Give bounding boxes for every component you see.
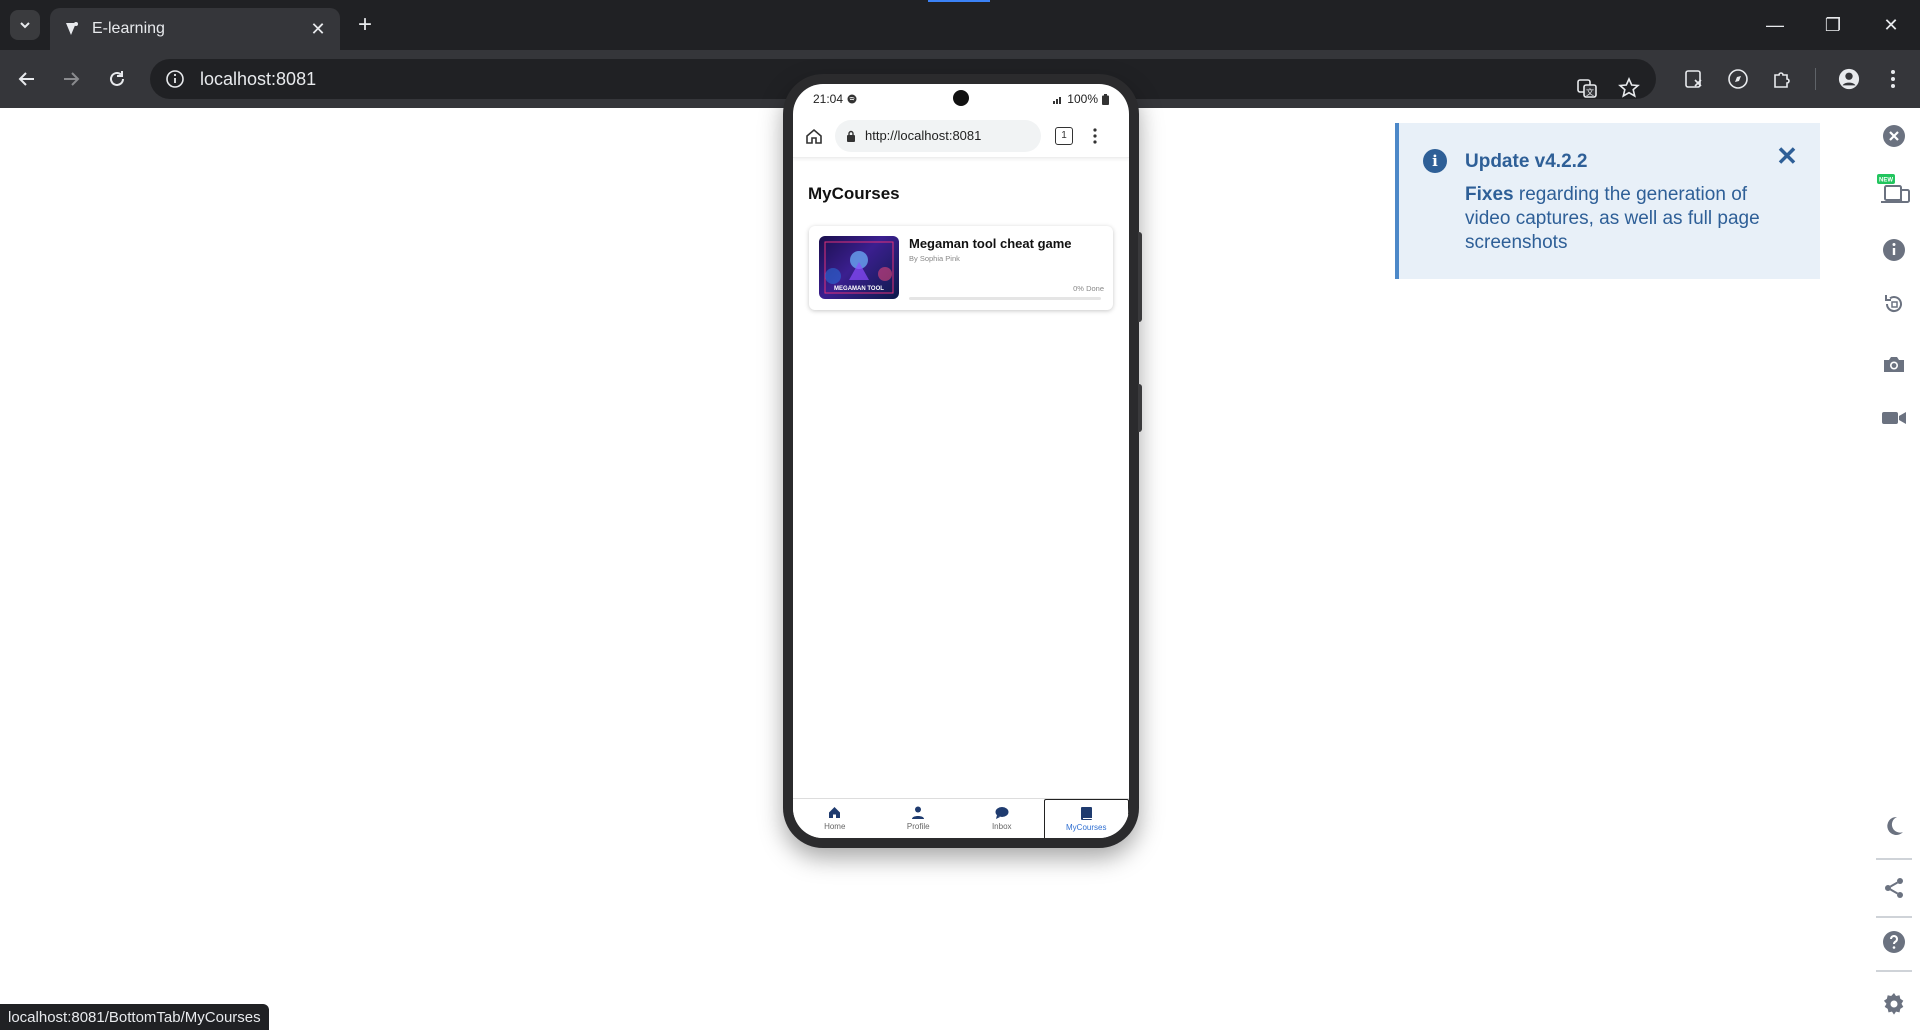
back-button[interactable] [12,64,42,94]
toolbar-extensions [1683,50,1920,108]
phone-status-bar: 21:04 100% [793,84,1129,114]
link-status-bubble: localhost:8081/BottomTab/MyCourses [0,1004,269,1030]
minimize-button[interactable]: — [1746,0,1804,50]
settings-gear-icon[interactable] [1880,990,1908,1018]
course-card[interactable]: MEGAMAN TOOL Megaman tool cheat game By … [809,226,1113,310]
address-text: localhost:8081 [200,68,317,89]
devices-new-icon[interactable]: NEW [1877,174,1911,204]
bottom-tab-home[interactable]: Home [793,799,877,838]
forward-button[interactable] [56,64,86,94]
bottom-tab-label: MyCourses [1066,822,1107,832]
battery-percent: 100% [1067,92,1098,106]
help-icon[interactable] [1880,928,1908,956]
extension-responsive-icon[interactable] [1683,68,1705,90]
phone-power-button [1138,232,1142,322]
expo-favicon-icon [66,22,78,35]
home-icon [829,807,841,818]
update-notification: i Update v4.2.2 Fixes regarding the gene… [1395,123,1820,279]
restore-button[interactable]: ❐ [1804,0,1862,50]
close-panel-icon[interactable] [1880,122,1908,150]
phone-frame: 21:04 100% http://localhost:8081 1 MyCou… [783,74,1139,848]
bottom-tab-label: Home [824,822,846,831]
camera-icon[interactable] [1880,350,1908,378]
bottom-tab-bar: Home Profile Inbox MyCourses [793,798,1129,838]
notice-close-button[interactable]: ✕ [1776,141,1798,171]
video-camera-icon[interactable] [1880,404,1908,432]
tab-close-icon[interactable]: ✕ [308,19,328,39]
status-right: 100% [1053,92,1109,106]
page-title: MyCourses [808,184,900,203]
top-indicator [928,0,990,2]
profile-avatar-icon[interactable] [1838,68,1860,90]
person-icon [912,806,925,819]
svg-text:文: 文 [1586,87,1594,97]
mobile-url-field[interactable]: http://localhost:8081 [835,119,1041,152]
course-title: Megaman tool cheat game [909,236,1072,251]
home-icon[interactable] [801,123,827,149]
info-circle-icon[interactable] [1880,236,1908,264]
rotate-icon[interactable] [1880,290,1908,318]
translate-icon[interactable]: 文 [1576,77,1598,99]
thumb-text: MEGAMAN TOOL [834,286,884,292]
notice-body-strong: Fixes [1465,184,1514,205]
bookmark-star-icon[interactable] [1618,77,1640,99]
arrow-right-icon [64,72,80,86]
chevron-down-icon [20,22,30,29]
mobile-browser-bar: http://localhost:8081 1 [793,114,1129,158]
toolbar-divider [1815,68,1816,90]
notice-title: Update v4.2.2 [1465,151,1588,172]
tab-count-icon[interactable]: 1 [1055,126,1073,145]
bottom-tab-mycourses[interactable]: MyCourses [1043,799,1129,838]
course-progress-bar [909,297,1101,300]
browser-menu-icon[interactable] [1882,68,1904,90]
window-controls: — ❐ ✕ [1746,0,1920,50]
mobile-menu-icon[interactable] [1087,126,1103,146]
reload-button[interactable] [102,64,132,94]
status-time: 21:04 [813,92,857,106]
notice-body: Fixes regarding the generation of video … [1465,183,1785,255]
chat-icon [995,807,1009,819]
close-window-button[interactable]: ✕ [1862,0,1920,50]
mobile-url-text: http://localhost:8081 [865,128,982,143]
reload-icon [110,71,124,86]
course-thumbnail: MEGAMAN TOOL [819,236,899,299]
sidebar-separator [1876,916,1912,918]
lock-icon [847,130,855,142]
tab-title: E-learning [92,20,165,37]
signal-icon [1053,96,1062,104]
browser-tab[interactable]: E-learning ✕ [50,8,340,50]
omnibox-actions: 文 [1576,68,1640,108]
course-progress-label: 0% Done [1073,284,1104,293]
browser-tabbar: E-learning ✕ + — ❐ ✕ [0,0,1920,50]
course-author: By Sophia Pink [909,254,960,263]
extensions-puzzle-icon[interactable] [1771,68,1793,90]
svg-text:NEW: NEW [1879,178,1893,184]
info-icon: i [1423,149,1447,173]
new-tab-button[interactable]: + [352,11,378,38]
front-camera [953,90,969,106]
book-icon [1080,806,1092,820]
battery-icon [1102,93,1109,105]
phone-volume-button [1138,384,1142,432]
site-info-icon[interactable] [164,68,186,90]
bottom-tab-inbox[interactable]: Inbox [960,799,1044,838]
dark-mode-moon-icon[interactable] [1880,812,1908,840]
share-icon[interactable] [1880,874,1908,902]
bottom-tab-label: Inbox [991,822,1012,831]
compass-extension-icon[interactable] [1727,68,1749,90]
tab-search-dropdown[interactable] [10,10,40,40]
sidebar-separator [1876,970,1912,972]
bottom-tab-label: Profile [906,822,930,831]
bottom-tab-profile[interactable]: Profile [877,799,961,838]
arrow-left-icon [18,72,34,86]
spotify-icon [847,94,857,104]
sidebar-separator [1876,858,1912,860]
phone-screen: 21:04 100% http://localhost:8081 1 MyCou… [793,84,1129,838]
